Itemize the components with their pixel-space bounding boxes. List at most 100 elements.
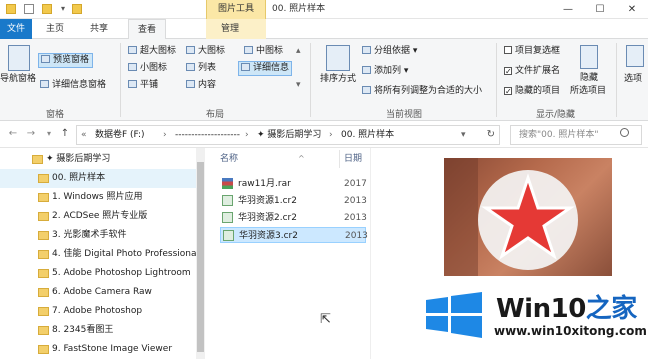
- group-divider: [616, 43, 617, 117]
- show-hide-group-label: 显示/隐藏: [536, 110, 576, 120]
- nav-item[interactable]: 3. 光影魔术手软件: [0, 226, 205, 245]
- details-label: 详细信息: [253, 63, 290, 73]
- folder-icon: [38, 269, 49, 278]
- details-icon: [241, 63, 250, 71]
- folder-icon: [38, 307, 49, 316]
- content-option[interactable]: 内容: [186, 79, 216, 92]
- refresh-icon[interactable]: ↻: [487, 128, 495, 142]
- group-by-icon: [362, 46, 371, 54]
- window-controls: — ☐ ✕: [552, 0, 648, 19]
- nav-item[interactable]: 00. 照片样本: [0, 169, 205, 188]
- minimize-button[interactable]: —: [552, 0, 584, 19]
- breadcrumb-photo-samples[interactable]: 00. 照片样本: [341, 126, 394, 144]
- options-button[interactable]: 选项: [624, 73, 642, 86]
- layout-scroll-up[interactable]: ▴: [296, 45, 301, 58]
- navigation-pane-button[interactable]: 导航窗格: [0, 73, 36, 86]
- list-option[interactable]: 列表: [186, 62, 216, 75]
- nav-item[interactable]: ✦ 摄影后期学习: [0, 150, 205, 169]
- extra-large-icons-option[interactable]: 超大图标: [128, 45, 176, 58]
- file-row[interactable]: 华羽资源1.cr2 2013: [220, 193, 367, 209]
- hide-selected-button[interactable]: 隐藏: [580, 72, 598, 85]
- tab-file[interactable]: 文件: [0, 19, 32, 39]
- forward-button[interactable]: →: [24, 127, 38, 141]
- watermark-title-main: Win10: [496, 294, 586, 324]
- tab-share[interactable]: 共享: [84, 19, 114, 39]
- group-by-button[interactable]: 分组依据 ▾: [362, 45, 417, 58]
- address-dropdown-icon[interactable]: ▾: [461, 126, 466, 144]
- list-icon: [186, 63, 195, 71]
- fit-columns-label: 将所有列调整为合适的大小: [374, 86, 483, 96]
- file-extensions-toggle[interactable]: ✓ 文件扩展名: [504, 65, 560, 78]
- item-checkboxes-toggle[interactable]: 项目复选框: [504, 45, 560, 58]
- file-row[interactable]: 华羽资源3.cr2 2013: [220, 227, 368, 243]
- ribbon-tabs: 文件 主页 共享 查看 管理: [0, 19, 648, 40]
- breadcrumb-drive[interactable]: 数据卷F (F:): [95, 126, 145, 144]
- nav-item-label: 2. ACDSee 照片专业版: [52, 211, 148, 221]
- small-icons-option[interactable]: 小图标: [128, 62, 167, 75]
- breadcrumb-separator-icon[interactable]: ›: [245, 126, 249, 144]
- image-file-icon: [222, 212, 233, 223]
- layout-expand[interactable]: ▾: [296, 79, 301, 92]
- nav-item[interactable]: 2. ACDSee 照片专业版: [0, 207, 205, 226]
- watermark: Win10之家 www.win10xitong.com: [416, 282, 648, 359]
- breadcrumb-folder[interactable]: --------------------: [175, 126, 240, 144]
- up-button[interactable]: ↑: [58, 127, 72, 141]
- tab-manage[interactable]: 管理: [212, 19, 248, 39]
- breadcrumb-separator-icon[interactable]: ›: [163, 126, 167, 144]
- customize-toolbar-icon[interactable]: ▾: [58, 4, 68, 14]
- nav-item[interactable]: 4. 佳能 Digital Photo Professional: [0, 245, 205, 264]
- overflow-chevron-icon[interactable]: «: [81, 126, 87, 144]
- tab-view[interactable]: 查看: [128, 19, 166, 40]
- address-bar[interactable]: « 数据卷F (F:) › -------------------- › ✦ 摄…: [76, 125, 500, 145]
- new-folder-icon[interactable]: [42, 4, 52, 14]
- nav-item[interactable]: 7. Adobe Photoshop: [0, 302, 205, 321]
- medium-icons-option[interactable]: 中图标: [244, 45, 283, 58]
- hide-selected-icon: [580, 45, 598, 69]
- tab-home[interactable]: 主页: [40, 19, 70, 39]
- nav-item[interactable]: 1. Windows 照片应用: [0, 188, 205, 207]
- breadcrumb-photo-course[interactable]: ✦ 摄影后期学习: [257, 126, 321, 144]
- file-row[interactable]: raw11月.rar 2017: [220, 176, 367, 192]
- properties-icon[interactable]: [24, 4, 34, 14]
- checkbox-unchecked: [504, 46, 512, 54]
- nav-item-label: 3. 光影魔术手软件: [52, 230, 127, 240]
- medium-icons-label: 中图标: [256, 46, 284, 56]
- column-header-name[interactable]: 名称: [220, 148, 238, 170]
- nav-item[interactable]: 9. FastStone Image Viewer: [0, 340, 205, 359]
- nav-item[interactable]: 5. Adobe Photoshop Lightroom: [0, 264, 205, 283]
- maximize-button[interactable]: ☐: [584, 0, 616, 19]
- folder-icon: [38, 250, 49, 259]
- window-title: 00. 照片样本: [272, 4, 326, 14]
- details-option[interactable]: 详细信息: [238, 61, 293, 76]
- watermark-title: Win10之家: [496, 288, 637, 325]
- column-divider[interactable]: [339, 150, 340, 168]
- large-icons-option[interactable]: 大图标: [186, 45, 225, 58]
- small-icons-icon: [128, 63, 137, 71]
- close-button[interactable]: ✕: [616, 0, 648, 19]
- extra-large-icons-label: 超大图标: [140, 46, 177, 56]
- details-pane-button[interactable]: 详细信息窗格: [40, 79, 106, 92]
- nav-item-label: 9. FastStone Image Viewer: [52, 344, 173, 354]
- folder-icon: [38, 174, 49, 183]
- small-icons-label: 小图标: [140, 63, 168, 73]
- navigation-scrollbar[interactable]: [196, 148, 205, 359]
- breadcrumb-separator-icon[interactable]: ›: [329, 126, 333, 144]
- group-divider: [310, 43, 311, 117]
- content-icon: [186, 80, 195, 88]
- recent-locations-button[interactable]: ▾: [42, 127, 56, 141]
- back-button[interactable]: ←: [6, 127, 20, 141]
- archive-file-icon: [222, 178, 233, 189]
- nav-item[interactable]: 8. 2345看图王: [0, 321, 205, 340]
- file-row[interactable]: 华羽资源2.cr2 2013: [220, 210, 367, 226]
- column-header-date[interactable]: 日期: [344, 148, 362, 170]
- tiles-icon: [128, 80, 137, 88]
- preview-pane-button[interactable]: 预览窗格: [38, 53, 94, 68]
- folder-icon: [38, 193, 49, 202]
- tiles-option[interactable]: 平铺: [128, 79, 158, 92]
- hidden-items-toggle[interactable]: ✓ 隐藏的项目: [504, 85, 560, 98]
- scrollbar-thumb[interactable]: [197, 162, 204, 352]
- add-column-button[interactable]: 添加列 ▾: [362, 65, 408, 78]
- fit-columns-button[interactable]: 将所有列调整为合适的大小: [362, 85, 482, 98]
- sort-by-button[interactable]: 排序方式: [320, 73, 356, 86]
- nav-item[interactable]: 6. Adobe Camera Raw: [0, 283, 205, 302]
